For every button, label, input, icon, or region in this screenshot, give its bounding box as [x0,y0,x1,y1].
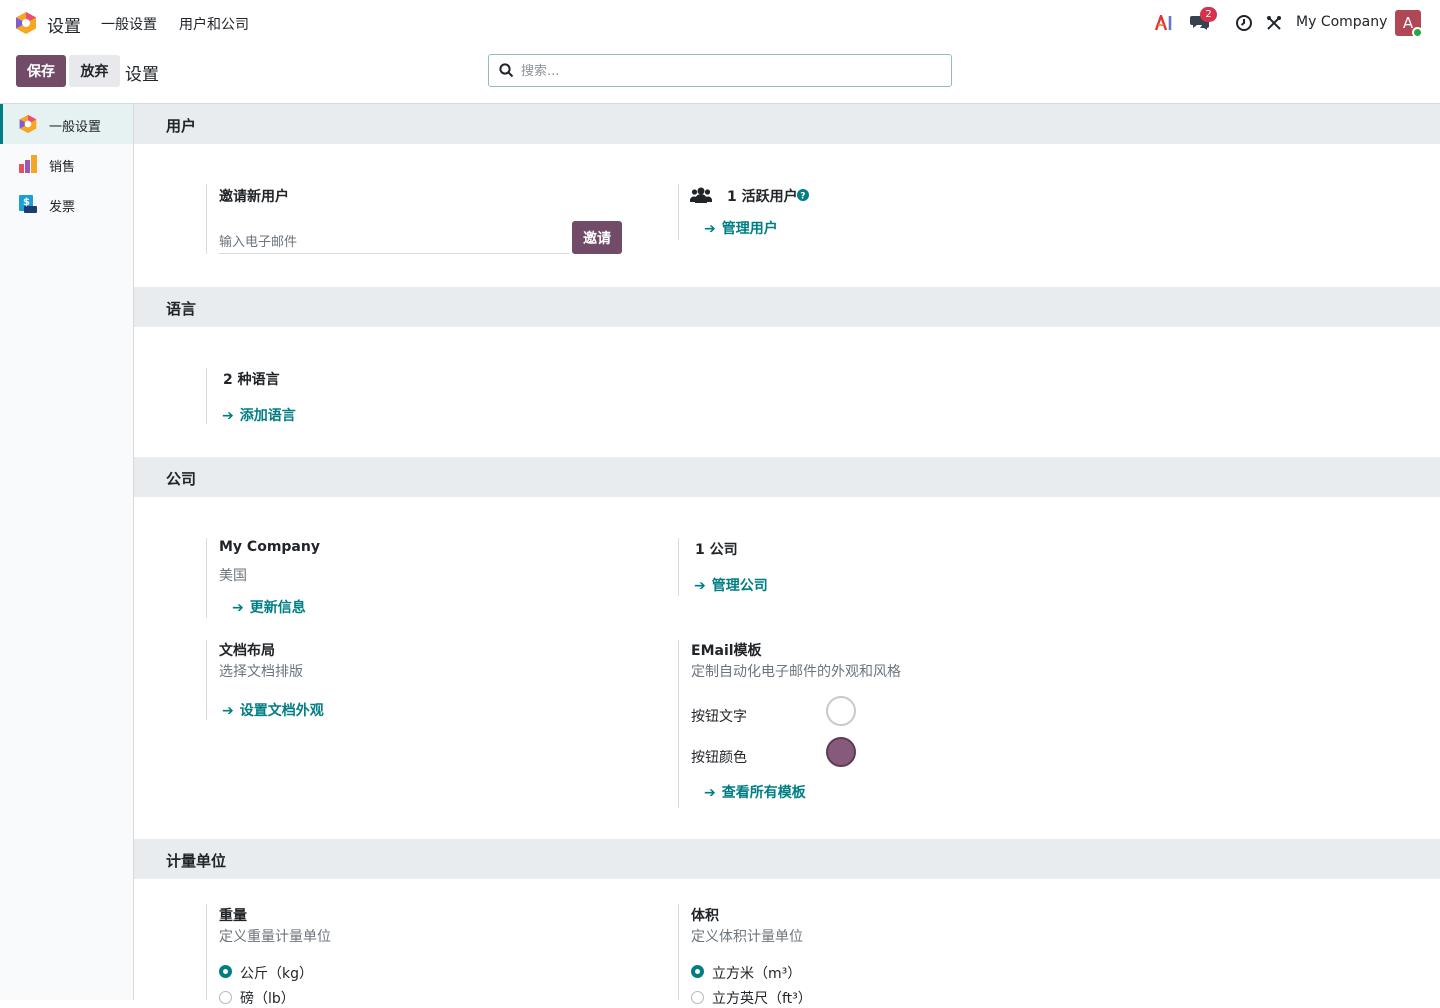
sidebar-item-label: 一般设置 [49,120,102,135]
setting-divider [678,904,679,1000]
weight-title: 重量 [219,908,247,924]
language-count: 2 种语言 [223,372,280,388]
arrow-right-icon: ➔ [704,221,716,237]
online-status-dot [1412,27,1423,38]
section-header-uom: 计量单位 [134,839,1440,879]
menu-general-settings[interactable]: 一般设置 [101,14,157,34]
sidebar-item-sales[interactable]: 销售 [0,144,133,184]
company-country: 美国 [219,568,247,584]
company-name: My Company [219,539,320,555]
setting-divider [206,904,207,1000]
setting-divider [678,640,679,808]
update-info-link[interactable]: ➔ 更新信息 [232,597,306,617]
document-layout-title: 文档布局 [219,643,275,659]
sidebar-item-label: 销售 [49,160,76,175]
setting-divider [678,538,679,596]
arrow-right-icon: ➔ [222,703,234,719]
view-all-templates-link[interactable]: ➔ 查看所有模板 [704,782,806,802]
link-label: 查看所有模板 [721,785,806,801]
setting-divider [678,184,679,240]
weight-desc: 定义重量计量单位 [219,929,331,945]
setting-divider [206,368,207,424]
link-label: 更新信息 [249,600,306,616]
search-box[interactable] [488,54,952,87]
weight-option-label: 磅（lb） [240,991,295,1007]
app-name[interactable]: 设置 [47,12,81,37]
save-button[interactable]: 保存 [16,55,66,87]
help-icon[interactable]: ? [797,189,809,201]
sidebar-item-label: 发票 [49,200,76,215]
document-layout-desc: 选择文档排版 [219,664,303,680]
arrow-right-icon: ➔ [694,578,706,594]
debug-tools-icon[interactable] [1263,10,1285,36]
search-input[interactable] [521,61,941,81]
users-group-icon [690,187,712,203]
invite-email-input[interactable] [219,232,569,254]
volume-option-label: 立方英尺（ft³） [712,991,812,1007]
settings-app-logo-icon[interactable] [15,11,37,35]
manage-companies-link[interactable]: ➔ 管理公司 [694,575,768,595]
link-label: 添加语言 [239,408,296,424]
button-color-picker[interactable] [826,737,856,767]
email-template-desc: 定制自动化电子邮件的外观和风格 [691,664,901,680]
link-label: 管理公司 [711,578,768,594]
button-color-label: 按钮颜色 [691,750,747,766]
settings-sidebar: 一般设置 销售 $ 发票 [0,104,134,1000]
sidebar-item-invoicing[interactable]: $ 发票 [0,184,133,224]
arrow-right-icon: ➔ [232,600,244,616]
volume-radio-m3[interactable] [691,965,704,978]
section-header-languages: 语言 [134,287,1440,327]
ai-icon[interactable] [1154,10,1176,36]
volume-radio-ft3[interactable] [691,991,704,1004]
button-text-color-picker[interactable] [826,696,856,726]
arrow-right-icon: ➔ [222,408,234,424]
volume-title: 体积 [691,908,719,924]
link-label: 管理用户 [721,221,778,237]
manage-users-link[interactable]: ➔ 管理用户 [704,218,778,238]
invite-users-title: 邀请新用户 [219,189,289,205]
sidebar-item-general-settings[interactable]: 一般设置 [0,104,133,144]
sales-app-icon [19,155,37,173]
discard-button[interactable]: 放弃 [69,55,120,87]
add-language-link[interactable]: ➔ 添加语言 [222,405,296,425]
search-icon [499,63,514,78]
active-users-count: 1 活跃用户 [727,189,798,205]
svg-text:$: $ [23,197,30,208]
setting-divider [206,538,207,618]
activity-clock-icon[interactable] [1233,10,1255,36]
breadcrumb: 设置 [125,65,159,85]
section-title: 公司 [166,470,197,488]
invite-button[interactable]: 邀请 [572,221,622,254]
svg-text:?: ? [800,192,805,202]
menu-users-companies[interactable]: 用户和公司 [179,14,249,34]
company-switcher[interactable]: My Company [1296,14,1387,30]
configure-document-layout-link[interactable]: ➔ 设置文档外观 [222,700,324,720]
setting-divider [206,640,207,720]
section-header-company: 公司 [134,457,1440,497]
messages-badge: 2 [1200,7,1217,22]
section-title: 语言 [166,300,197,318]
settings-app-icon [19,114,37,134]
weight-option-label: 公斤（kg） [240,966,313,982]
email-template-title: EMail模板 [691,643,762,659]
button-text-label: 按钮文字 [691,709,747,725]
section-header-users: 用户 [134,104,1440,144]
volume-option-label: 立方米（m³） [712,966,802,982]
setting-divider [206,184,207,254]
company-count: 1 公司 [695,542,738,558]
section-title: 计量单位 [166,852,227,870]
section-title: 用户 [166,117,197,135]
top-navbar: 设置 一般设置 用户和公司 2 My Company A [0,0,1440,46]
link-label: 设置文档外观 [239,703,324,719]
weight-radio-kg[interactable] [219,965,232,978]
arrow-right-icon: ➔ [704,785,716,801]
weight-radio-lb[interactable] [219,991,232,1004]
messages-icon[interactable]: 2 [1188,7,1217,36]
volume-desc: 定义体积计量单位 [691,929,803,945]
invoicing-app-icon: $ [19,195,37,213]
